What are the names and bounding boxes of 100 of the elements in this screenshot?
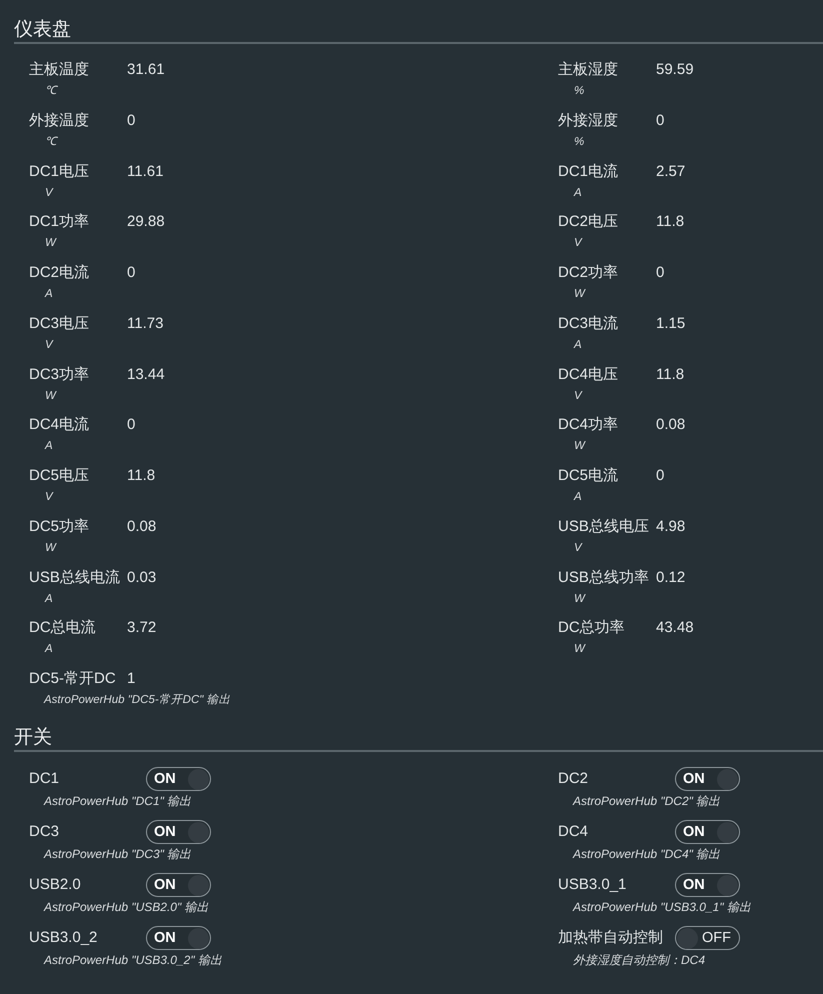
reading-label: DC1电压	[29, 162, 90, 180]
toggle-switch[interactable]: ON	[675, 873, 740, 897]
toggle-knob	[677, 928, 698, 948]
toggle-knob	[188, 874, 209, 896]
reading-value: 1	[127, 669, 136, 689]
switch-label: 加热带自动控制	[558, 929, 663, 946]
unit-label: V	[45, 186, 53, 198]
reading-label: DC1电流	[558, 162, 618, 180]
reading-value: 1.15	[656, 314, 686, 334]
unit-label: A	[45, 643, 53, 656]
toggle-switch[interactable]: OFF	[675, 926, 740, 950]
toggle-switch[interactable]: ON	[675, 820, 740, 844]
reading-label: 主板温度	[29, 61, 89, 78]
switch-description: AstroPowerHub "USB3.0_2" 输出	[44, 953, 222, 967]
switch-label: DC1	[29, 770, 60, 787]
unit-label: %	[574, 85, 584, 97]
reading-value: 13.44	[127, 364, 165, 384]
unit-label: %	[574, 136, 584, 148]
reading-label: DC4电压	[558, 366, 618, 382]
unit-label: W	[574, 643, 585, 656]
unit-label: A	[574, 186, 582, 198]
unit-label: V	[574, 542, 582, 554]
switch-label: DC3	[29, 823, 60, 840]
unit-label: V	[45, 491, 53, 503]
reading-value: 0	[127, 110, 136, 131]
unit-label: V	[574, 390, 582, 402]
reading-value: 31.61	[127, 60, 165, 80]
unit-label: A	[574, 338, 582, 351]
unit-label: V	[574, 237, 582, 250]
reading-value: 0	[656, 263, 664, 283]
reading-label: DC3电流	[558, 314, 618, 332]
reading-value: 11.61	[127, 162, 164, 182]
switch-description: 外接湿度自动控制：DC4	[573, 953, 706, 967]
reading-label: DC总电流	[29, 619, 96, 636]
toggle-switch[interactable]: ON	[146, 926, 211, 950]
switch-description: AstroPowerHub "USB2.0" 输出	[44, 900, 209, 914]
unit-label: W	[45, 390, 56, 402]
toggle-switch[interactable]: ON	[146, 820, 211, 844]
section-title: 仪表盘	[14, 18, 71, 42]
unit-label: A	[574, 491, 582, 503]
reading-label: DC2功率	[558, 264, 618, 281]
reading-label: USB总线功率	[558, 568, 649, 586]
reading-label: DC4功率	[558, 416, 618, 434]
reading-value: 11.73	[127, 314, 164, 334]
reading-value: 0	[127, 263, 136, 283]
toggle-knob	[717, 874, 738, 896]
reading-label: 外接温度	[29, 112, 89, 129]
switch-description: AstroPowerHub "USB3.0_1" 输出	[573, 900, 751, 914]
reading-value: 0.08	[656, 415, 686, 436]
reading-value: 11.8	[656, 212, 684, 232]
reading-value: 59.59	[656, 60, 694, 80]
reading-value: 0.12	[656, 568, 686, 588]
switch-description: AstroPowerHub "DC2" 输出	[573, 794, 720, 808]
reading-value: 4.98	[656, 516, 686, 537]
unit-label: A	[45, 592, 53, 604]
toggle-knob	[188, 928, 209, 948]
reading-label: 外接湿度	[558, 112, 618, 129]
switch-description: AstroPowerHub "DC3" 输出	[44, 847, 192, 861]
toggle-switch[interactable]: ON	[146, 873, 211, 897]
toggle-knob	[717, 822, 738, 842]
reading-label: DC2电流	[29, 264, 90, 281]
unit-label: W	[45, 542, 56, 554]
toggle-switch[interactable]: ON	[146, 767, 211, 791]
reading-value: 11.8	[656, 364, 684, 384]
reading-value: 0.08	[127, 516, 156, 537]
toggle-knob	[188, 822, 209, 842]
reading-label: DC5电压	[29, 467, 90, 484]
unit-label: ℃	[45, 85, 56, 97]
output-description: AstroPowerHub "DC5-常开DC" 输出	[44, 694, 231, 706]
reading-value: 0	[656, 110, 664, 131]
switch-label: USB3.0_2	[29, 929, 98, 946]
reading-label: 主板湿度	[558, 61, 618, 78]
switch-label: USB2.0	[29, 876, 81, 893]
reading-value: 0.03	[127, 568, 156, 588]
switch-label: DC4	[558, 823, 588, 840]
reading-label: DC5功率	[29, 518, 90, 535]
reading-value: 2.57	[656, 162, 686, 182]
toggle-knob	[717, 768, 738, 790]
switch-label: DC2	[558, 770, 588, 787]
reading-label: DC3功率	[29, 366, 90, 382]
reading-value: 0	[127, 415, 136, 436]
reading-label: USB总线电压	[558, 518, 649, 535]
reading-label: DC总功率	[558, 619, 625, 636]
reading-label: USB总线电流	[29, 568, 120, 586]
toggle-switch[interactable]: ON	[675, 767, 740, 791]
unit-label: A	[45, 288, 53, 300]
unit-label: ℃	[45, 136, 56, 148]
reading-value: 11.8	[127, 466, 156, 486]
reading-value: 43.48	[656, 618, 694, 638]
switch-description: AstroPowerHub "DC4" 输出	[573, 847, 720, 861]
unit-label: W	[45, 237, 56, 250]
switch-description: AstroPowerHub "DC1" 输出	[44, 794, 192, 808]
reading-label: DC1功率	[29, 213, 90, 230]
unit-label: V	[45, 338, 53, 351]
unit-label: W	[574, 288, 585, 300]
reading-value: 3.72	[127, 618, 156, 638]
reading-label: DC3电压	[29, 314, 90, 332]
reading-label: DC5-常开DC	[29, 670, 116, 687]
reading-label: DC2电压	[558, 213, 618, 230]
unit-label: A	[45, 440, 53, 452]
